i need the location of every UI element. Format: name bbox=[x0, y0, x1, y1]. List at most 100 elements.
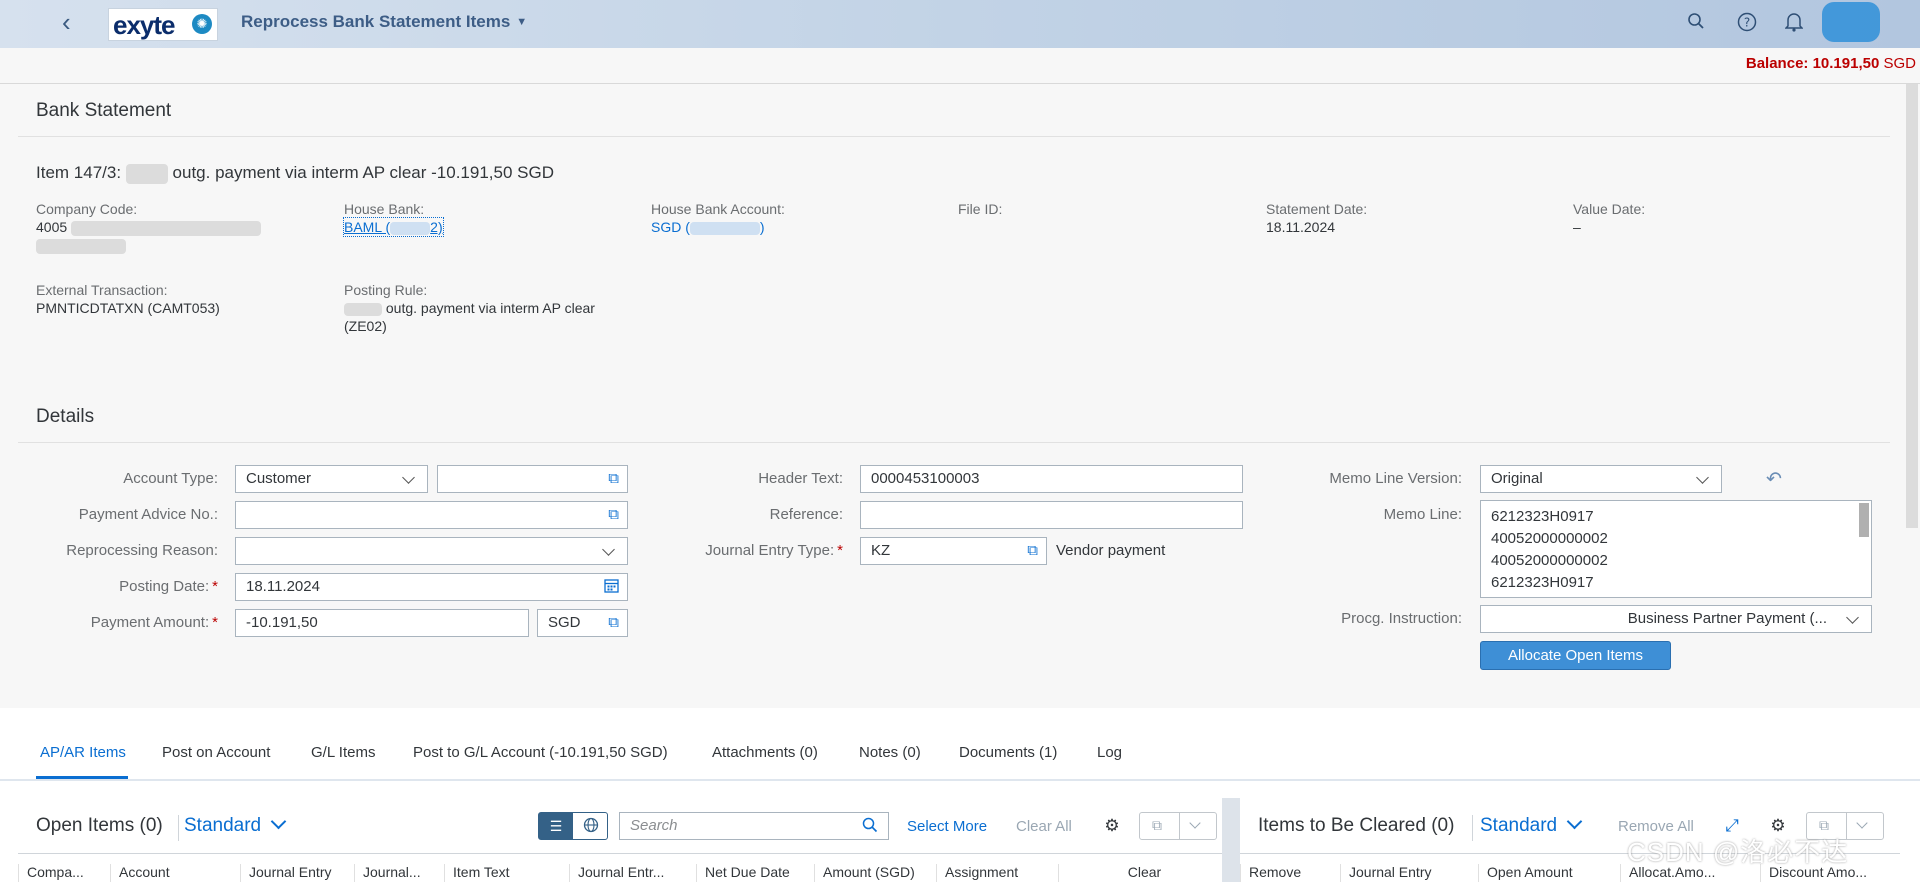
payment-amount-input[interactable]: -10.191,50 bbox=[235, 609, 529, 637]
shell-bar: ‹ exyte ✺ Reprocess Bank Statement Items… bbox=[0, 0, 1920, 48]
house-bank-link[interactable]: BAML (2) bbox=[343, 217, 444, 237]
app-title-menu[interactable]: Reprocess Bank Statement Items ▼ bbox=[241, 12, 527, 32]
column-header[interactable]: Net Due Date bbox=[696, 864, 814, 882]
tab-documents[interactable]: Documents (1) bbox=[959, 744, 1057, 761]
column-header[interactable]: Compa... bbox=[18, 864, 110, 882]
account-type-select[interactable]: Customer bbox=[235, 465, 428, 493]
open-items-variant[interactable]: Standard bbox=[184, 813, 287, 837]
house-bank-label: House Bank: bbox=[344, 201, 425, 217]
payment-amount-label-wrap: Payment Amount: * bbox=[20, 614, 218, 631]
export-icon: ⧉ bbox=[1152, 817, 1162, 833]
tab-notes[interactable]: Notes (0) bbox=[859, 744, 921, 761]
currency-input[interactable]: SGD ⧉ bbox=[537, 609, 628, 637]
procg-instruction-select[interactable]: Business Partner Payment (... bbox=[1480, 605, 1872, 633]
chevron-down-icon bbox=[1566, 813, 1583, 830]
export-split-button[interactable]: ⧉ bbox=[1139, 812, 1217, 840]
column-header[interactable]: Open Amount bbox=[1478, 864, 1620, 882]
reprocessing-reason-label: Reprocessing Reason: bbox=[66, 542, 218, 559]
memo-line-label: Memo Line: bbox=[1383, 506, 1462, 523]
column-header[interactable]: Journal Entry bbox=[1340, 864, 1478, 882]
posting-date-input[interactable]: 18.11.2024 bbox=[235, 573, 628, 601]
memo-line-2: 40052000000002 bbox=[1491, 530, 1608, 547]
help-icon[interactable]: ? bbox=[1735, 12, 1759, 36]
tab-ap-ar-items[interactable]: AP/AR Items bbox=[40, 744, 126, 761]
tab-log[interactable]: Log bbox=[1097, 744, 1122, 761]
statement-date-label: Statement Date: bbox=[1266, 201, 1368, 217]
statement-date-value: 18.11.2024 bbox=[1266, 219, 1336, 235]
memo-line-1: 6212323H0917 bbox=[1491, 508, 1594, 525]
column-header[interactable]: Journal Entry bbox=[240, 864, 354, 882]
value-help-icon[interactable]: ⧉ bbox=[1027, 538, 1038, 564]
required-marker: * bbox=[212, 614, 218, 631]
house-bank-account-link[interactable]: SGD () bbox=[651, 218, 765, 236]
tab-attachments[interactable]: Attachments (0) bbox=[712, 744, 818, 761]
posting-rule-text: outg. payment via interm AP clear bbox=[385, 300, 595, 316]
tab-post-to-gl-account[interactable]: Post to G/L Account (-10.191,50 SGD) bbox=[413, 744, 668, 761]
column-header[interactable]: Account bbox=[110, 864, 240, 882]
company-logo[interactable]: exyte ✺ bbox=[108, 8, 218, 41]
list-icon[interactable]: ☰ bbox=[539, 813, 573, 839]
item-suffix: outg. payment via interm AP clear -10.19… bbox=[172, 163, 554, 182]
memo-scrollbar[interactable] bbox=[1859, 503, 1869, 537]
posting-date-label-wrap: Posting Date: * bbox=[20, 578, 218, 595]
external-transaction-value: PMNTICDTATXN (CAMT053) bbox=[36, 300, 220, 316]
bell-icon[interactable] bbox=[1782, 12, 1806, 36]
undo-icon[interactable]: ↶ bbox=[1766, 468, 1782, 491]
column-header[interactable]: Journal Entr... bbox=[569, 864, 696, 882]
memo-line-3: 40052000000002 bbox=[1491, 552, 1608, 569]
memo-line-version-select[interactable]: Original bbox=[1480, 465, 1722, 493]
journal-entry-type-input[interactable]: KZ ⧉ bbox=[860, 537, 1047, 565]
payment-advice-input[interactable]: ⧉ bbox=[235, 501, 628, 529]
cleared-items-variant[interactable]: Standard bbox=[1480, 813, 1583, 837]
bank-statement-title: Bank Statement bbox=[36, 100, 172, 121]
open-items-title: Open Items (0) bbox=[36, 815, 163, 836]
tab-gl-items[interactable]: G/L Items bbox=[311, 744, 375, 761]
account-input[interactable]: ⧉ bbox=[437, 465, 628, 493]
column-header[interactable]: Journal... bbox=[354, 864, 444, 882]
clear-all-link[interactable]: Clear All bbox=[1016, 818, 1072, 835]
payment-amount-value: -10.191,50 bbox=[246, 614, 318, 631]
back-icon[interactable]: ‹ bbox=[62, 9, 88, 36]
company-code-label: Company Code: bbox=[36, 201, 138, 217]
column-header[interactable]: Item Text bbox=[444, 864, 569, 882]
balance-value: 10.191,50 bbox=[1812, 55, 1880, 72]
user-avatar[interactable] bbox=[1822, 2, 1880, 42]
redacted-block bbox=[689, 221, 760, 235]
page-scrollbar[interactable] bbox=[1906, 84, 1918, 528]
search-input[interactable]: Search bbox=[619, 812, 889, 840]
search-icon[interactable] bbox=[1684, 12, 1708, 36]
posting-rule-code: (ZE02) bbox=[344, 318, 387, 334]
tab-post-on-account[interactable]: Post on Account bbox=[162, 744, 270, 761]
title-separator bbox=[1472, 815, 1473, 841]
search-icon[interactable] bbox=[862, 813, 878, 839]
memo-line-textarea[interactable]: 6212323H0917 40052000000002 400520000000… bbox=[1480, 500, 1872, 598]
value-help-icon[interactable]: ⧉ bbox=[608, 466, 619, 492]
house-bank-text-end: 2) bbox=[430, 219, 443, 235]
journal-entry-type-label-wrap: Journal Entry Type: * bbox=[660, 542, 843, 559]
column-header[interactable]: Clear bbox=[1058, 864, 1222, 882]
column-header[interactable]: Remove bbox=[1240, 864, 1340, 882]
house-bank-account-text-end: ) bbox=[759, 219, 765, 235]
value-help-icon[interactable]: ⧉ bbox=[608, 610, 619, 636]
journal-entry-type-value: KZ bbox=[871, 542, 891, 559]
panel-splitter[interactable] bbox=[1222, 798, 1240, 882]
tabs-divider bbox=[0, 779, 1920, 781]
redacted-block bbox=[125, 163, 168, 184]
header-text-input[interactable]: 0000453100003 bbox=[860, 465, 1243, 493]
procg-instruction-value: Business Partner Payment (... bbox=[1627, 610, 1827, 627]
value-date-value: – bbox=[1573, 219, 1581, 235]
payment-advice-label: Payment Advice No.: bbox=[78, 506, 218, 523]
globe-icon[interactable] bbox=[574, 813, 607, 839]
column-header[interactable]: Amount (SGD) bbox=[814, 864, 936, 882]
calendar-icon[interactable] bbox=[604, 574, 619, 600]
header-text-label: Header Text: bbox=[758, 470, 843, 487]
value-date-label: Value Date: bbox=[1573, 201, 1646, 217]
value-help-icon[interactable]: ⧉ bbox=[608, 502, 619, 528]
reprocessing-reason-select[interactable] bbox=[235, 537, 628, 565]
settings-icon[interactable]: ⚙ bbox=[1100, 812, 1124, 840]
column-header[interactable]: Assignment bbox=[936, 864, 1058, 882]
allocate-open-items-button[interactable]: Allocate Open Items bbox=[1480, 641, 1671, 670]
balance-label: Balance: bbox=[1745, 55, 1809, 72]
reference-input[interactable] bbox=[860, 501, 1243, 529]
select-more-link[interactable]: Select More bbox=[907, 818, 987, 835]
